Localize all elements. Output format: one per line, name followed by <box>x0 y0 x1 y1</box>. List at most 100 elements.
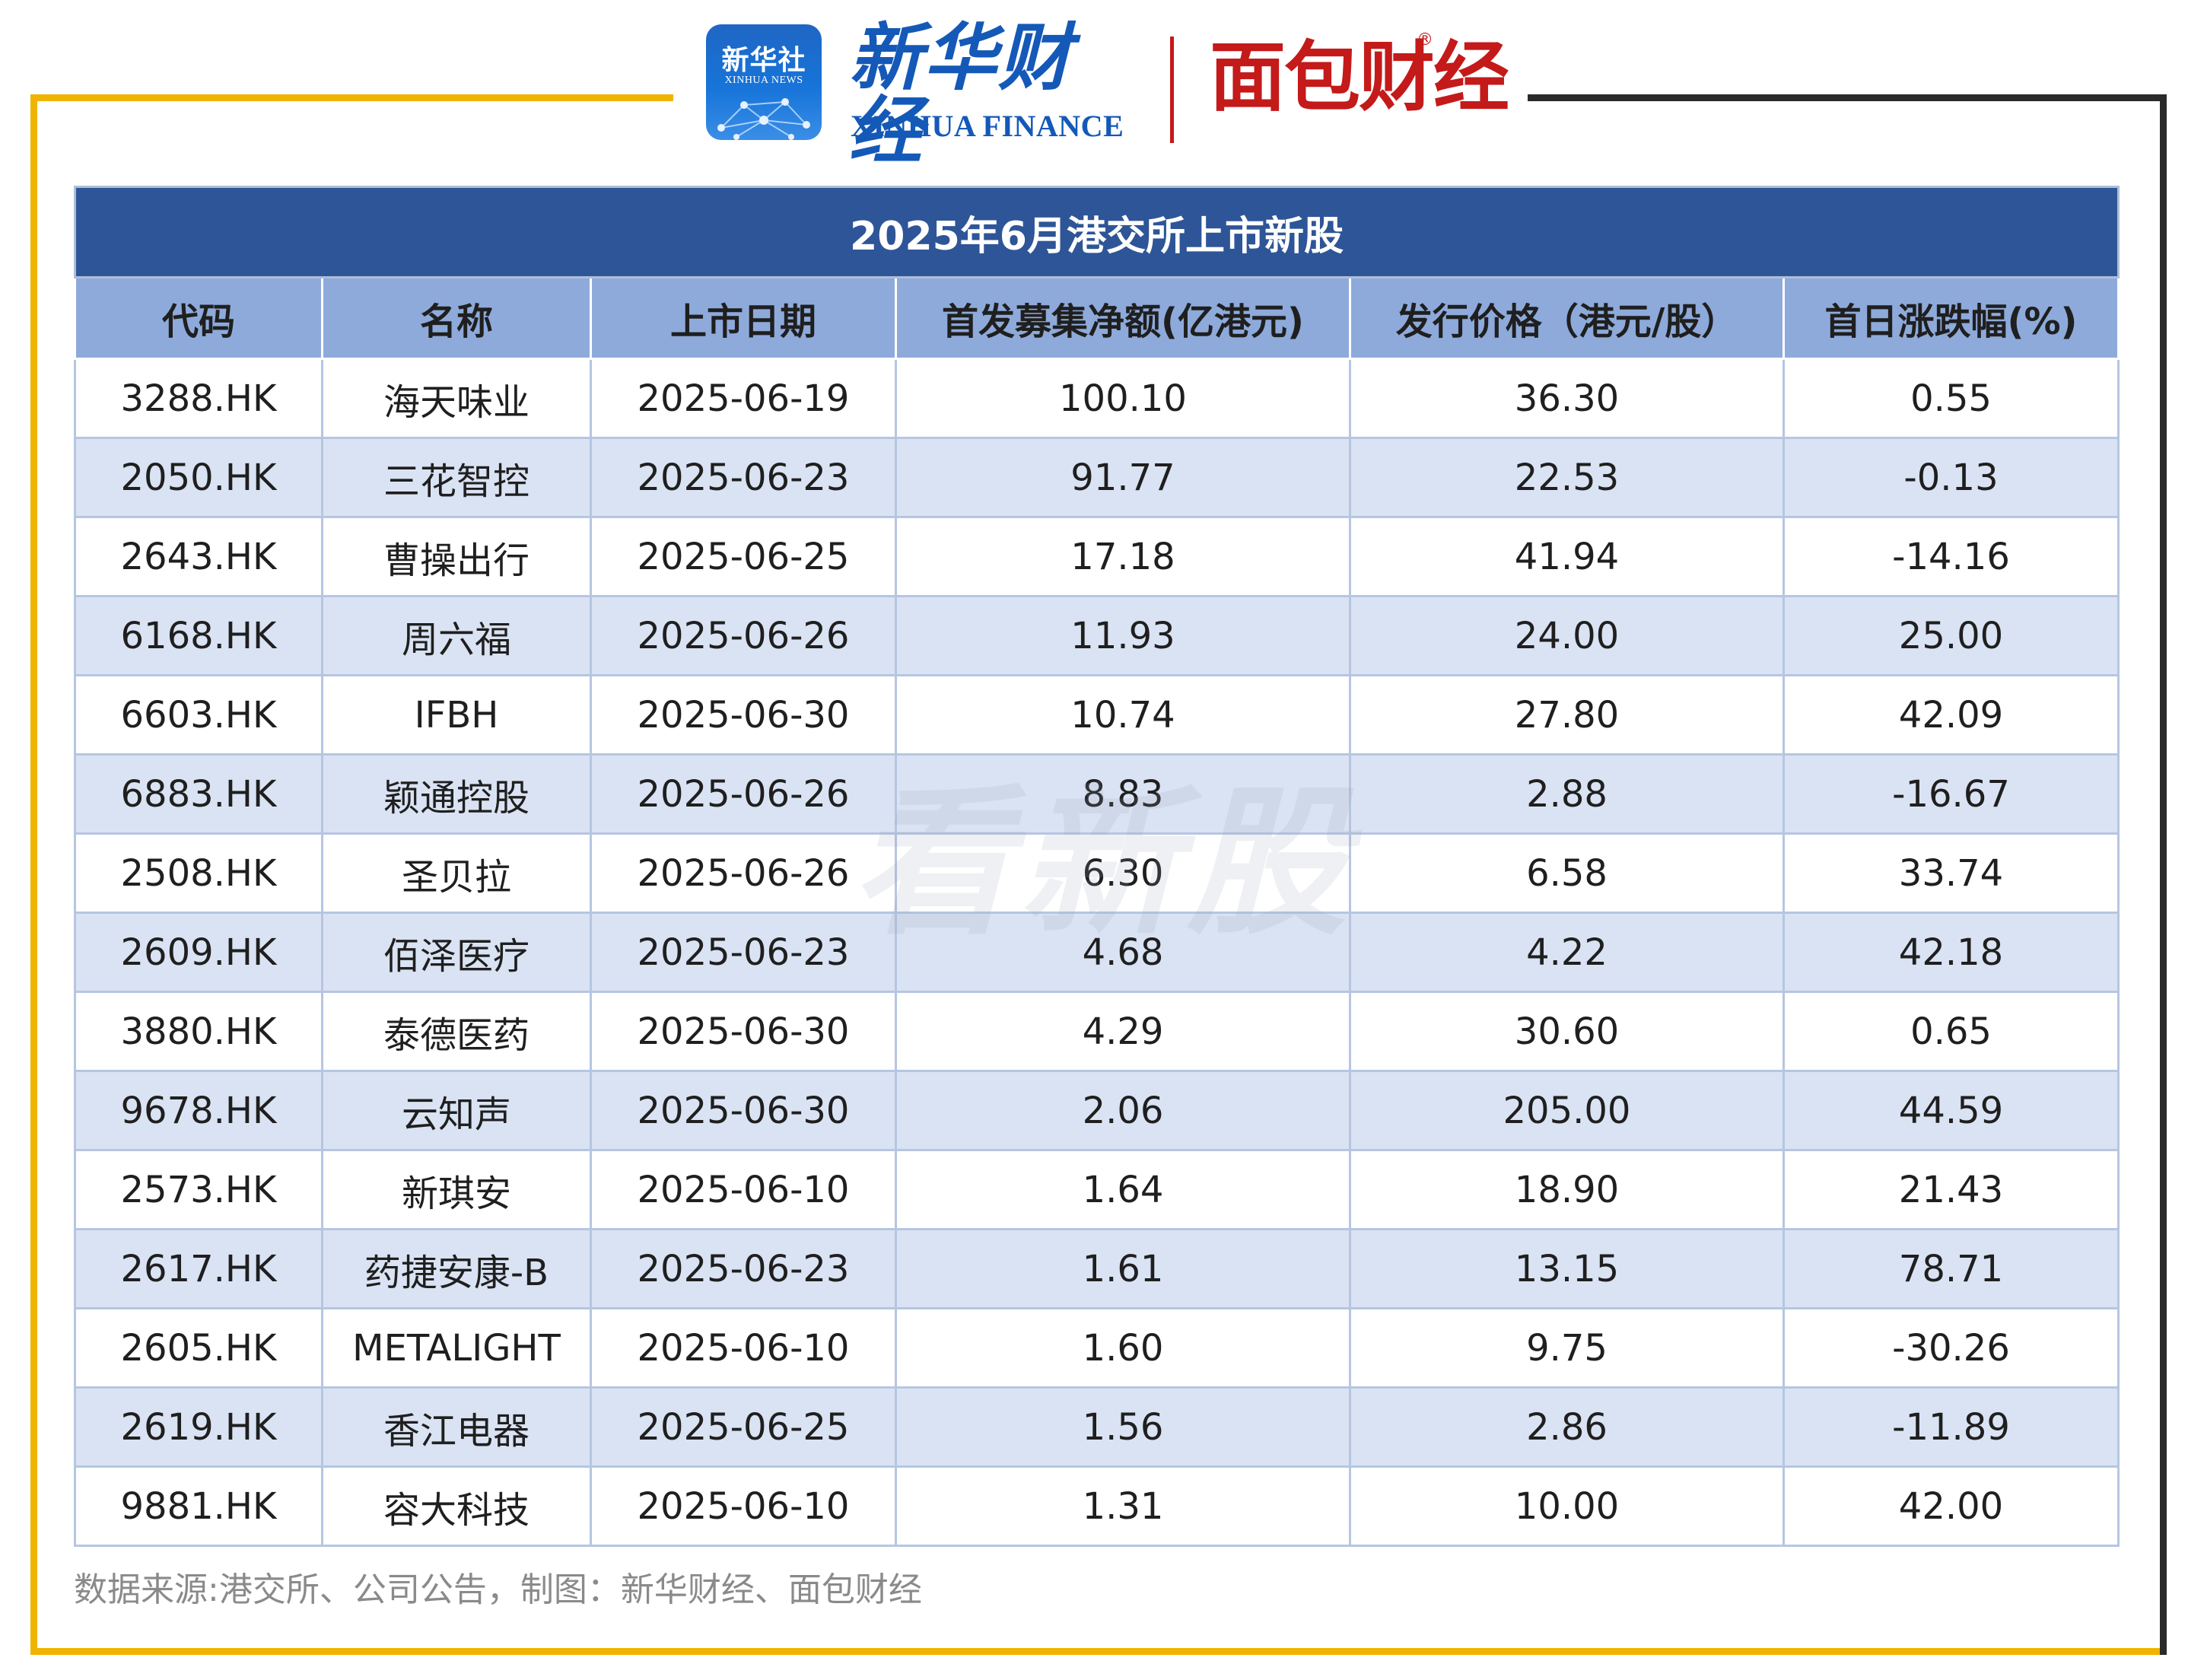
cell-offer-price: 13.15 <box>1349 1228 1785 1309</box>
table-row: 9678.HK 云知声 2025-06-30 2.06 205.00 44.59 <box>74 1070 2120 1151</box>
cell-net-proceeds: 6.30 <box>895 832 1351 914</box>
cell-name: 佰泽医疗 <box>321 912 592 993</box>
table-row: 6168.HK 周六福 2025-06-26 11.93 24.00 25.00 <box>74 595 2120 676</box>
cell-offer-price: 6.58 <box>1349 832 1785 914</box>
cell-code: 2508.HK <box>74 832 323 914</box>
cell-listing-date: 2025-06-10 <box>590 1465 897 1547</box>
xinhua-badge-title: 新华社 <box>721 44 806 76</box>
cell-name: 周六福 <box>321 595 592 676</box>
column-header-first-day-change: 首日涨跌幅(%) <box>1782 276 2120 360</box>
cell-code: 2050.HK <box>74 437 323 518</box>
table-row: 2605.HK METALIGHT 2025-06-10 1.60 9.75 -30.26 <box>74 1307 2120 1389</box>
cell-code: 2605.HK <box>74 1307 323 1389</box>
table-row: 3880.HK 泰德医药 2025-06-30 4.29 30.60 0.65 <box>74 991 2120 1072</box>
cell-offer-price: 10.00 <box>1349 1465 1785 1547</box>
cell-offer-price: 18.90 <box>1349 1149 1785 1230</box>
cell-offer-price: 2.86 <box>1349 1386 1785 1468</box>
source-note: 数据来源:港交所、公司公告，制图：新华财经、面包财经 <box>74 1570 922 1609</box>
cell-name: 云知声 <box>321 1070 592 1151</box>
column-header-name: 名称 <box>321 276 592 360</box>
cell-name: 曹操出行 <box>321 516 592 597</box>
cell-listing-date: 2025-06-26 <box>590 832 897 914</box>
cell-name: 三花智控 <box>321 437 592 518</box>
cell-net-proceeds: 100.10 <box>895 358 1351 439</box>
cell-listing-date: 2025-06-23 <box>590 912 897 993</box>
cell-first-day-change: -14.16 <box>1782 516 2120 597</box>
cell-net-proceeds: 4.68 <box>895 912 1351 993</box>
cell-net-proceeds: 17.18 <box>895 516 1351 597</box>
xinhua-finance-logo-cn: 新华财经 <box>849 14 1073 173</box>
cell-name: METALIGHT <box>321 1307 592 1389</box>
cell-listing-date: 2025-06-25 <box>590 516 897 597</box>
cell-net-proceeds: 1.31 <box>895 1465 1351 1547</box>
cell-offer-price: 4.22 <box>1349 912 1785 993</box>
cell-net-proceeds: 2.06 <box>895 1070 1351 1151</box>
cell-net-proceeds: 1.61 <box>895 1228 1351 1309</box>
cell-code: 3288.HK <box>74 358 323 439</box>
cell-offer-price: 24.00 <box>1349 595 1785 676</box>
cell-name: IFBH <box>321 674 592 756</box>
xinhua-news-logo: 新华社 XINHUA NEWS <box>706 24 822 140</box>
table-row: 2619.HK 香江电器 2025-06-25 1.56 2.86 -11.89 <box>74 1386 2120 1468</box>
cell-listing-date: 2025-06-23 <box>590 437 897 518</box>
table-row: 2643.HK 曹操出行 2025-06-25 17.18 41.94 -14.16 <box>74 516 2120 597</box>
ipo-table-container: 2025年6月港交所上市新股 代码 名称 上市日期 首发募集净额(亿港元) 发行… <box>73 186 2120 1547</box>
cell-first-day-change: 42.09 <box>1782 674 2120 756</box>
cell-first-day-change: 42.00 <box>1782 1465 2120 1547</box>
table-row: 6883.HK 颖通控股 2025-06-26 8.83 2.88 -16.67 <box>74 753 2120 835</box>
column-header-net-proceeds: 首发募集净额(亿港元) <box>895 276 1351 360</box>
cell-first-day-change: -11.89 <box>1782 1386 2120 1468</box>
frame-left-line <box>30 94 37 1653</box>
cell-offer-price: 2.88 <box>1349 753 1785 835</box>
cell-net-proceeds: 4.29 <box>895 991 1351 1072</box>
column-header-listing-date: 上市日期 <box>590 276 897 360</box>
mianbao-finance-logo: 面包财经 <box>1210 33 1509 122</box>
cell-first-day-change: 33.74 <box>1782 832 2120 914</box>
frame-top-left-line <box>30 94 673 101</box>
column-header-offer-price: 发行价格（港元/股） <box>1349 276 1785 360</box>
cell-listing-date: 2025-06-30 <box>590 674 897 756</box>
cell-code: 9881.HK <box>74 1465 323 1547</box>
logo-divider <box>1170 37 1174 143</box>
cell-net-proceeds: 8.83 <box>895 753 1351 835</box>
cell-offer-price: 27.80 <box>1349 674 1785 756</box>
xinhua-finance-logo-en: XINHUA FINANCE <box>851 109 1124 143</box>
cell-listing-date: 2025-06-25 <box>590 1386 897 1468</box>
table-title: 2025年6月港交所上市新股 <box>73 186 2120 278</box>
cell-net-proceeds: 11.93 <box>895 595 1351 676</box>
cell-name: 香江电器 <box>321 1386 592 1468</box>
cell-name: 圣贝拉 <box>321 832 592 914</box>
cell-first-day-change: 44.59 <box>1782 1070 2120 1151</box>
table-row: 2617.HK 药捷安康-B 2025-06-23 1.61 13.15 78.71 <box>74 1228 2120 1309</box>
cell-offer-price: 205.00 <box>1349 1070 1785 1151</box>
cell-name: 药捷安康-B <box>321 1228 592 1309</box>
table-row: 9881.HK 容大科技 2025-06-10 1.31 10.00 42.00 <box>74 1465 2120 1547</box>
cell-name: 新琪安 <box>321 1149 592 1230</box>
column-header-code: 代码 <box>74 276 323 360</box>
cell-code: 6168.HK <box>74 595 323 676</box>
cell-first-day-change: -0.13 <box>1782 437 2120 518</box>
cell-code: 6883.HK <box>74 753 323 835</box>
cell-first-day-change: -16.67 <box>1782 753 2120 835</box>
cell-code: 2619.HK <box>74 1386 323 1468</box>
cell-name: 容大科技 <box>321 1465 592 1547</box>
cell-code: 9678.HK <box>74 1070 323 1151</box>
cell-listing-date: 2025-06-26 <box>590 595 897 676</box>
cell-offer-price: 36.30 <box>1349 358 1785 439</box>
cell-code: 3880.HK <box>74 991 323 1072</box>
table-row: 2050.HK 三花智控 2025-06-23 91.77 22.53 -0.13 <box>74 437 2120 518</box>
cell-name: 海天味业 <box>321 358 592 439</box>
cell-offer-price: 30.60 <box>1349 991 1785 1072</box>
cell-first-day-change: 0.55 <box>1782 358 2120 439</box>
table-row: 6603.HK IFBH 2025-06-30 10.74 27.80 42.09 <box>74 674 2120 756</box>
table-row: 2573.HK 新琪安 2025-06-10 1.64 18.90 21.43 <box>74 1149 2120 1230</box>
cell-net-proceeds: 10.74 <box>895 674 1351 756</box>
registered-mark: ® <box>1417 30 1433 49</box>
cell-first-day-change: 21.43 <box>1782 1149 2120 1230</box>
cell-net-proceeds: 91.77 <box>895 437 1351 518</box>
cell-net-proceeds: 1.60 <box>895 1307 1351 1389</box>
cell-code: 6603.HK <box>74 674 323 756</box>
cell-net-proceeds: 1.56 <box>895 1386 1351 1468</box>
cell-net-proceeds: 1.64 <box>895 1149 1351 1230</box>
xinhua-badge-subtitle: XINHUA NEWS <box>724 75 803 86</box>
